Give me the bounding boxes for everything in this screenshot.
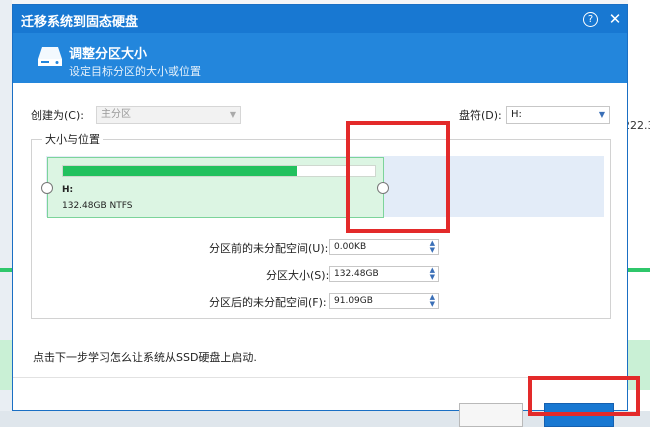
drive-letter-select[interactable]: H: ▼ <box>506 106 610 124</box>
drive-letter-label: 盘符(D): <box>459 109 502 122</box>
partition-size-input[interactable]: 132.48GB ▲ ▼ <box>329 266 439 282</box>
help-button[interactable]: ? <box>583 12 598 27</box>
unallocated-before-input[interactable]: 0.00KB ▲ ▼ <box>329 239 439 255</box>
dialog-title-bar: 迁移系统到固态硬盘 ? ✕ <box>13 5 627 33</box>
back-button[interactable] <box>459 403 523 427</box>
background-partition-block <box>0 340 12 390</box>
partition-block[interactable]: H: 132.48GB NTFS <box>47 157 384 218</box>
partition-size-value: 132.48GB <box>334 269 379 279</box>
create-as-select[interactable]: 主分区 ▼ <box>96 106 241 124</box>
drive-letter-value: H: <box>511 109 522 120</box>
unallocated-before-label: 分区前的未分配空间(U): <box>209 242 329 255</box>
partition-usage-fill <box>63 166 297 176</box>
spin-arrows-icon: ▲ ▼ <box>429 239 435 254</box>
spin-arrows-icon: ▲ ▼ <box>429 266 435 281</box>
next-button[interactable] <box>544 403 614 427</box>
dialog-header: 调整分区大小 设定目标分区的大小或位置 <box>13 33 627 83</box>
background-partition-line <box>628 268 650 272</box>
migrate-os-dialog: 迁移系统到固态硬盘 ? ✕ 调整分区大小 设定目标分区的大小或位置 创建为(C)… <box>12 4 628 427</box>
create-as-label: 创建为(C): <box>31 109 84 122</box>
partition-info: 132.48GB NTFS <box>62 201 133 211</box>
unallocated-after-value: 91.09GB <box>334 296 373 306</box>
disk-icon <box>38 47 62 66</box>
dialog-title: 迁移系统到固态硬盘 <box>21 15 139 30</box>
partition-size-label: 分区大小(S): <box>266 269 330 282</box>
size-position-group: 大小与位置 H: 132.48GB NTFS 分区前的未分配空间(U): 0.0… <box>31 131 611 319</box>
size-position-legend: 大小与位置 <box>42 131 103 147</box>
ssd-boot-hint: 点击下一步学习怎么让系统从SSD硬盘上启动. <box>33 351 257 364</box>
create-as-value: 主分区 <box>101 109 131 120</box>
right-resize-handle[interactable] <box>377 182 389 194</box>
background-partition-block <box>628 340 650 390</box>
left-resize-handle[interactable] <box>41 182 53 194</box>
footer-divider <box>13 377 627 378</box>
partition-name: H: <box>62 185 74 195</box>
header-title: 调整分区大小 <box>69 47 148 62</box>
close-button[interactable]: ✕ <box>607 11 623 27</box>
unallocated-after-input[interactable]: 91.09GB ▲ ▼ <box>329 293 439 309</box>
unallocated-before-value: 0.00KB <box>334 242 367 252</box>
spin-arrows-icon: ▲ ▼ <box>429 293 435 308</box>
chevron-down-icon: ▼ <box>229 110 236 119</box>
chevron-down-icon: ▼ <box>598 110 605 119</box>
unallocated-after-label: 分区后的未分配空间(F): <box>209 296 327 309</box>
partition-usage-bar <box>62 165 376 177</box>
background-partition-line <box>0 268 12 272</box>
header-subtitle: 设定目标分区的大小或位置 <box>69 65 201 78</box>
